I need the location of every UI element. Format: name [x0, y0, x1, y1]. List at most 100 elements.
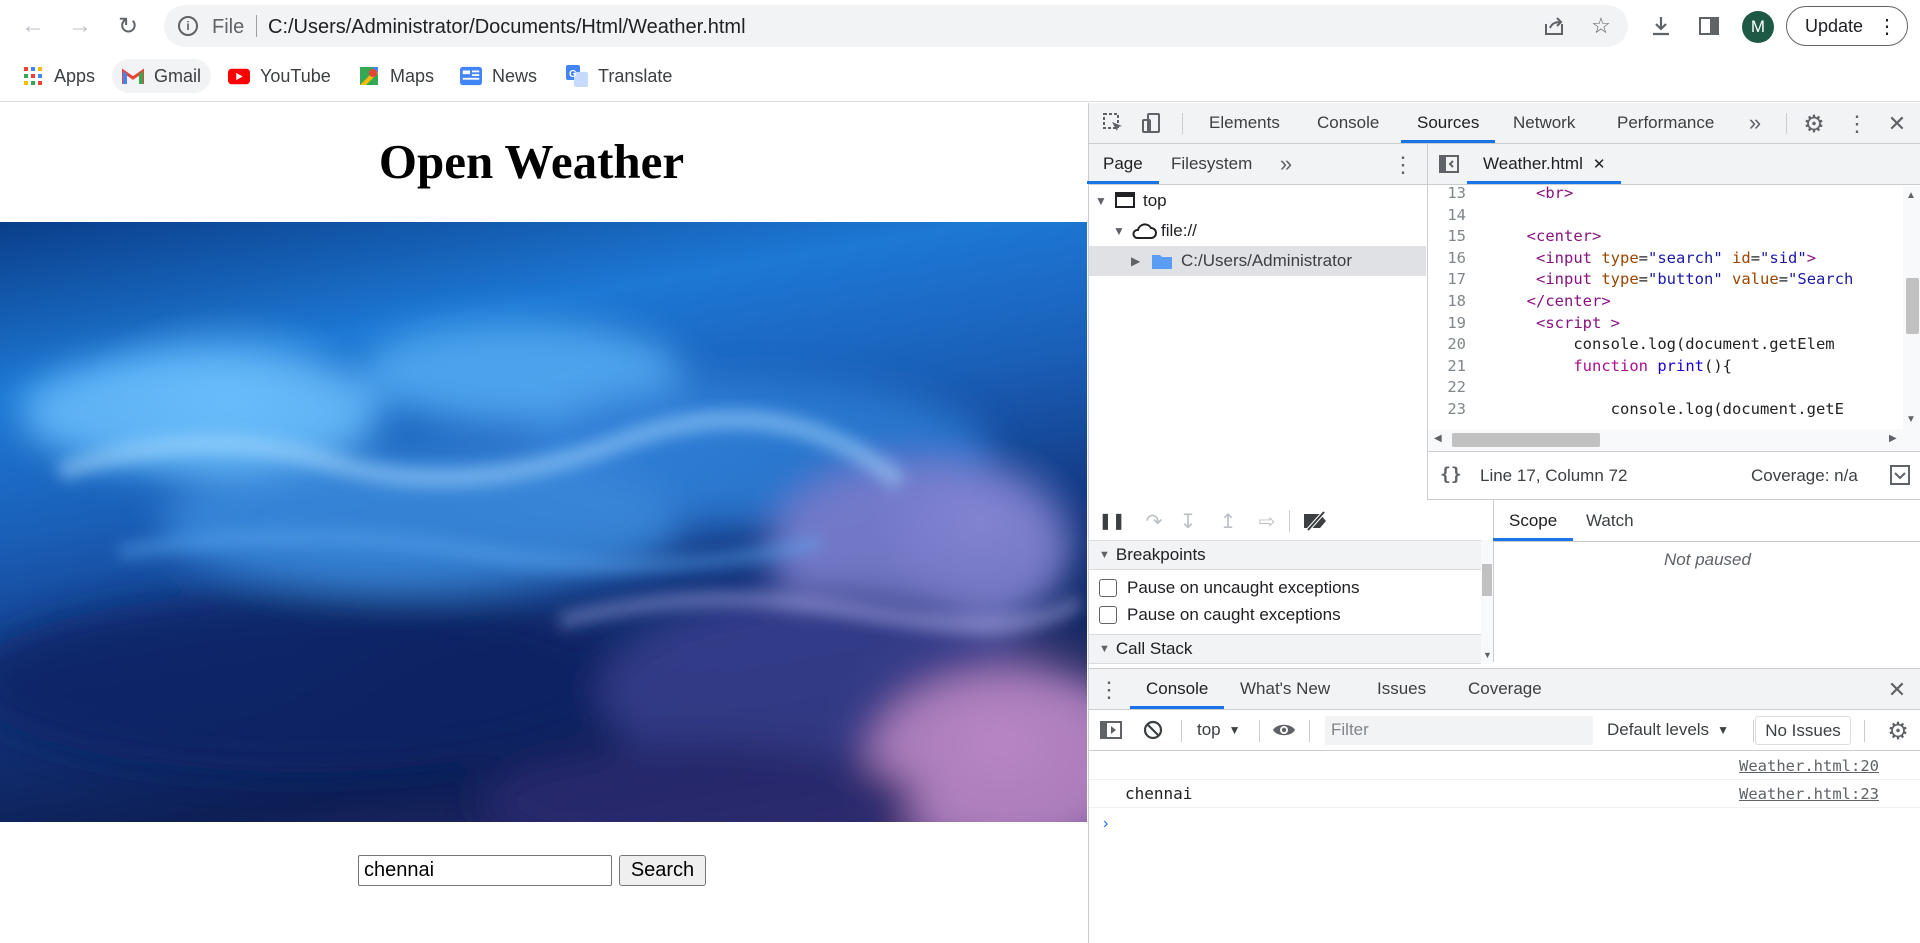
show-sidebar-icon[interactable] [1099, 719, 1123, 741]
line-number[interactable]: 20 [1428, 335, 1466, 353]
drawer-tab-coverage[interactable]: Coverage [1468, 669, 1542, 709]
console-filter-input[interactable]: Filter [1325, 716, 1593, 745]
more-options-icon[interactable]: ⋮ [1098, 677, 1120, 703]
tab-watch[interactable]: Watch [1586, 500, 1634, 541]
line-number[interactable]: 16 [1428, 249, 1466, 267]
scroll-down-arrow-icon[interactable]: ▼ [1906, 414, 1916, 425]
scroll-left-arrow-icon[interactable]: ◀ [1434, 433, 1442, 444]
file-tab-weather[interactable]: Weather.html ✕ [1466, 144, 1622, 184]
bookmark-maps[interactable]: Maps [348, 59, 444, 93]
site-info-icon[interactable]: i [178, 16, 198, 36]
more-tabs-chevron-icon[interactable]: » [1743, 110, 1767, 135]
pause-icon[interactable]: ❚❚ [1099, 510, 1126, 532]
back-arrow-icon[interactable]: ← [17, 10, 49, 42]
line-number[interactable]: 23 [1428, 400, 1466, 418]
context-selector[interactable]: top ▼ [1197, 720, 1241, 740]
toggle-navigator-icon[interactable] [1438, 153, 1460, 175]
pause-uncaught-checkbox-row[interactable]: Pause on uncaught exceptions [1099, 575, 1360, 601]
bookmark-star-icon[interactable]: ☆ [1585, 10, 1617, 42]
search-button[interactable]: Search [619, 855, 706, 886]
tab-console[interactable]: Console [1317, 103, 1379, 143]
code-line: 15 <center> [1428, 227, 1903, 249]
scroll-down-arrow-icon[interactable]: ▼ [1483, 650, 1492, 660]
close-drawer-icon[interactable]: ✕ [1885, 677, 1909, 703]
bookmark-apps[interactable]: Apps [12, 59, 105, 93]
pretty-print-icon[interactable]: {} [1440, 464, 1462, 485]
call-stack-section-header[interactable]: ▼ Call Stack [1089, 634, 1481, 664]
drawer-tab-issues[interactable]: Issues [1377, 669, 1426, 709]
line-number[interactable]: 15 [1428, 227, 1466, 245]
tab-filesystem[interactable]: Filesystem [1171, 144, 1252, 184]
more-tabs-chevron-icon[interactable]: » [1276, 151, 1296, 176]
line-number[interactable]: 14 [1428, 206, 1466, 224]
console-source-link[interactable]: Weather.html:20 [1739, 757, 1879, 775]
scroll-up-arrow-icon[interactable]: ▲ [1906, 190, 1916, 201]
console-prompt[interactable]: › [1089, 809, 1920, 839]
tab-page[interactable]: Page [1087, 144, 1159, 184]
issues-button[interactable]: No Issues [1755, 716, 1851, 745]
scrollbar-thumb[interactable] [1906, 278, 1919, 334]
sidebar-scrollbar[interactable]: ▼ [1481, 540, 1493, 664]
bookmark-label: Maps [390, 65, 435, 86]
not-paused-message: Not paused [1664, 550, 1751, 569]
line-number[interactable]: 18 [1428, 292, 1466, 310]
side-panel-icon[interactable] [1693, 10, 1725, 42]
checkbox[interactable] [1099, 606, 1117, 624]
close-devtools-icon[interactable]: ✕ [1885, 111, 1909, 137]
code-text: function print(){ [1573, 356, 1732, 375]
clear-console-icon[interactable] [1142, 719, 1164, 741]
bookmark-gmail[interactable]: Gmail [112, 59, 212, 93]
console-source-link[interactable]: Weather.html:23 [1739, 785, 1879, 803]
drawer-tab-whats-new[interactable]: What's New [1240, 669, 1330, 709]
tab-network[interactable]: Network [1513, 103, 1575, 143]
console-settings-gear-icon[interactable]: ⚙ [1885, 718, 1911, 745]
section-title: Breakpoints [1115, 545, 1206, 564]
drawer-tab-console[interactable]: Console [1129, 669, 1225, 709]
code-vertical-scrollbar[interactable]: ▲ ▼ [1903, 186, 1920, 429]
settings-gear-icon[interactable]: ⚙ [1801, 111, 1827, 138]
device-toolbar-icon[interactable] [1140, 111, 1164, 135]
update-button[interactable]: Update ⋮ [1786, 6, 1908, 46]
deactivate-breakpoints-icon[interactable] [1301, 509, 1331, 533]
line-number[interactable]: 13 [1428, 186, 1466, 202]
drawer-toggle-icon[interactable] [1890, 464, 1910, 486]
bookmark-youtube[interactable]: YouTube [218, 59, 341, 93]
live-expression-eye-icon[interactable] [1271, 719, 1297, 741]
more-options-icon[interactable]: ⋮ [1392, 152, 1414, 178]
tree-item-top[interactable]: ▼ top [1089, 186, 1426, 216]
scrollbar-thumb[interactable] [1452, 433, 1600, 447]
bookmark-news[interactable]: News [450, 59, 547, 93]
url-text[interactable]: C:/Users/Administrator/Documents/Html/We… [268, 16, 746, 39]
download-icon[interactable] [1645, 10, 1677, 42]
inspect-element-icon[interactable] [1101, 111, 1125, 135]
editor-tabs: Weather.html ✕ [1428, 144, 1920, 185]
breakpoints-section-header[interactable]: ▼ Breakpoints [1089, 540, 1481, 570]
more-options-icon[interactable]: ⋮ [1845, 111, 1869, 137]
scroll-right-arrow-icon[interactable]: ▶ [1889, 433, 1897, 444]
line-number[interactable]: 22 [1428, 378, 1466, 396]
address-bar[interactable]: i File C:/Users/Administrator/Documents/… [164, 5, 1628, 47]
share-icon[interactable] [1538, 10, 1570, 42]
profile-avatar[interactable]: M [1742, 11, 1774, 43]
reload-icon[interactable]: ↻ [112, 10, 144, 42]
log-levels-dropdown[interactable]: Default levels ▼ [1607, 720, 1729, 740]
tree-item-folder[interactable]: ▶ C:/Users/Administrator [1089, 246, 1426, 276]
checkbox[interactable] [1099, 579, 1117, 597]
tree-item-file[interactable]: ▼ file:// [1089, 216, 1426, 246]
bookmark-translate[interactable]: G Translate [556, 59, 682, 93]
code-horizontal-scrollbar[interactable]: ◀ ▶ [1428, 429, 1920, 451]
tab-scope[interactable]: Scope [1492, 500, 1574, 541]
search-input[interactable]: chennai [358, 855, 612, 886]
pause-caught-checkbox-row[interactable]: Pause on caught exceptions [1099, 602, 1341, 628]
tab-performance[interactable]: Performance [1617, 103, 1714, 143]
close-tab-icon[interactable]: ✕ [1593, 155, 1606, 173]
code-editor[interactable]: 13 <br> 14 15 <center> 16 <input type="sear… [1428, 186, 1903, 429]
line-number[interactable]: 17 [1428, 270, 1466, 288]
tab-sources[interactable]: Sources [1400, 103, 1496, 143]
console-toolbar: top ▼ Filter Default levels ▼ No Issues … [1089, 710, 1920, 751]
line-number[interactable]: 19 [1428, 314, 1466, 332]
line-number[interactable]: 21 [1428, 357, 1466, 375]
forward-arrow-icon[interactable]: → [64, 10, 96, 42]
scrollbar-thumb[interactable] [1482, 564, 1492, 596]
tab-elements[interactable]: Elements [1209, 103, 1280, 143]
